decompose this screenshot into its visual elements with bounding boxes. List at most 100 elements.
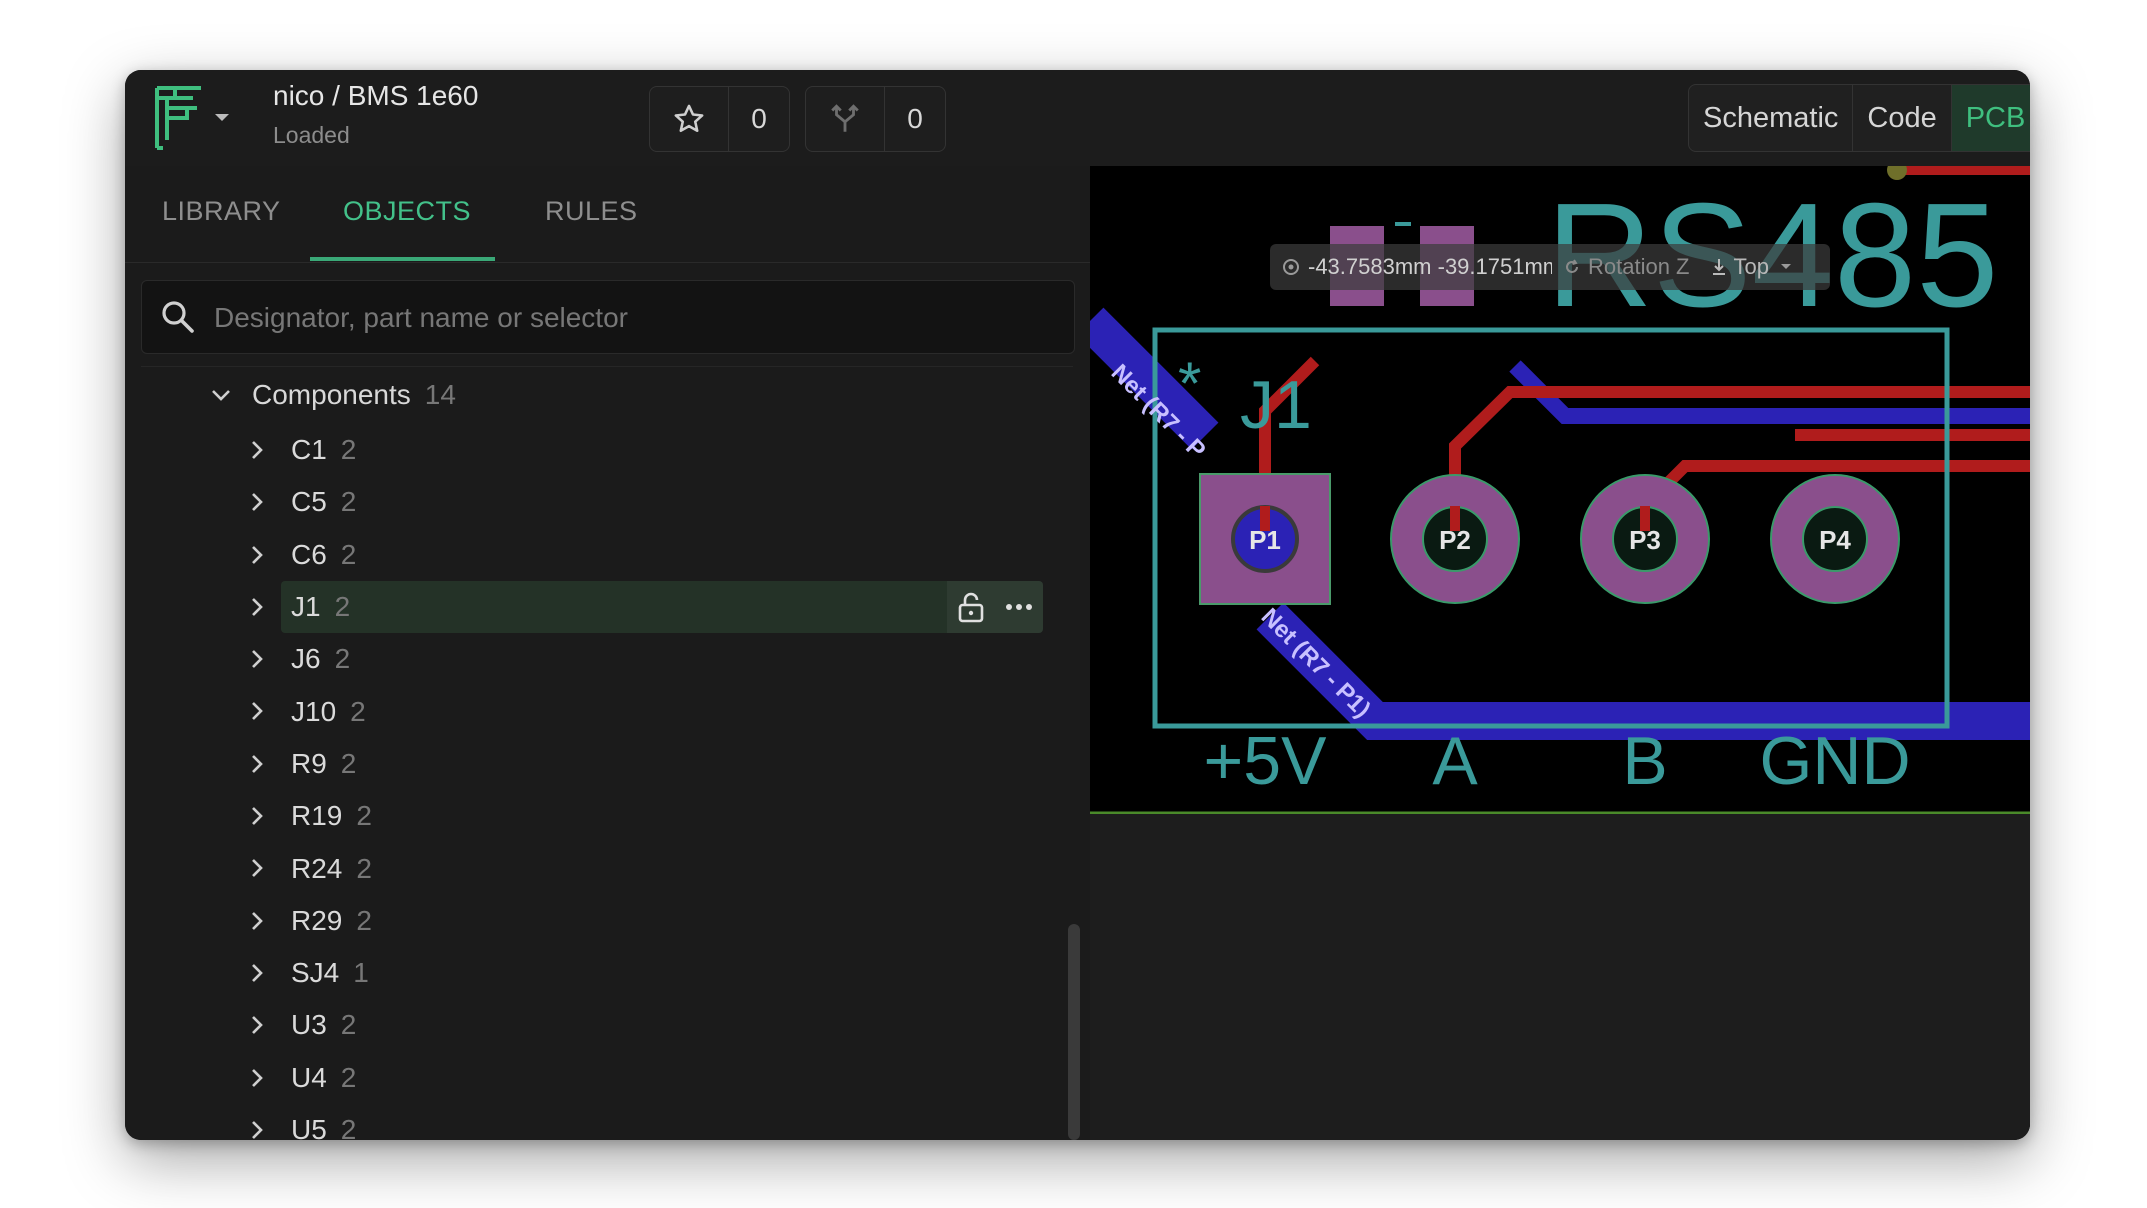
list-item[interactable]: SJ4 1: [125, 947, 1090, 999]
designator: R29: [291, 904, 343, 936]
chevron-right-icon[interactable]: [247, 910, 267, 932]
star-count: 0: [751, 103, 767, 134]
pin1-marker: *: [1178, 350, 1201, 417]
item-count: 2: [340, 1009, 357, 1041]
pad-label: P1: [1249, 525, 1281, 555]
designator: J10: [291, 695, 337, 727]
tab-rules[interactable]: RULES: [545, 196, 638, 227]
rotation-label: Rotation Z: [1588, 254, 1690, 279]
pcb-canvas[interactable]: RS485 * J1 Net (R7 - P Net (R7 - P1) P1 …: [1090, 166, 2030, 1140]
list-item[interactable]: R9 2: [125, 738, 1090, 790]
list-item[interactable]: R19 2: [125, 790, 1090, 842]
chevron-right-icon[interactable]: [247, 648, 267, 670]
component-label: C5 2: [291, 486, 356, 518]
coords-value: -43.7583mm -39.1751mm: [1308, 254, 1552, 279]
view-pcb-button[interactable]: PCB: [1951, 85, 2030, 151]
list-item-selected[interactable]: J1 2: [125, 580, 1090, 633]
list-item[interactable]: R29 2: [125, 895, 1090, 947]
component-label: R24 2: [291, 853, 372, 885]
list-item[interactable]: J6 2: [125, 633, 1090, 685]
designator: U5: [291, 1114, 327, 1140]
search-icon: [162, 301, 194, 333]
search-input[interactable]: [212, 281, 1056, 355]
pin-label: +5V: [1204, 723, 1328, 799]
chevron-right-icon[interactable]: [247, 1067, 267, 1089]
app-window: nico / BMS 1e60 Loaded 0 0 Schematic Cod…: [125, 70, 2030, 1140]
component-designator: J1: [1240, 367, 1312, 443]
tab-library[interactable]: LIBRARY: [162, 196, 281, 227]
component-label: U3 2: [291, 1009, 356, 1041]
fork-button-group[interactable]: 0: [805, 86, 946, 152]
project-title[interactable]: nico / BMS 1e60: [273, 80, 478, 112]
canvas-empty-area[interactable]: [1090, 814, 2030, 1140]
item-count: 2: [340, 434, 357, 466]
item-count: 2: [334, 591, 351, 623]
chevron-right-icon[interactable]: [247, 544, 267, 566]
scrollbar[interactable]: [1068, 924, 1080, 1140]
fork-button[interactable]: [806, 87, 885, 151]
more-options-icon[interactable]: [1005, 602, 1033, 612]
star-button-group[interactable]: 0: [649, 86, 790, 152]
designator: R9: [291, 747, 327, 779]
item-count: 2: [356, 852, 372, 884]
position-readout[interactable]: -43.7583mm -39.1751mm: [1270, 254, 1552, 280]
component-label: C6 2: [291, 539, 356, 571]
pad-label: P4: [1819, 525, 1851, 555]
chevron-right-icon[interactable]: [247, 1014, 267, 1036]
components-group-count: 14: [424, 379, 456, 410]
item-count: 2: [340, 538, 357, 570]
chevron-right-icon[interactable]: [247, 596, 267, 618]
component-label: R29 2: [291, 905, 372, 937]
designator: J6: [291, 643, 321, 675]
list-item[interactable]: U4 2: [125, 1052, 1090, 1104]
tab-objects[interactable]: OBJECTS: [343, 196, 471, 227]
transform-toolbar: -43.7583mm -39.1751mm Rotation Z Top: [1270, 244, 1830, 290]
layer-select[interactable]: Top: [1700, 254, 1803, 280]
designator: C1: [291, 434, 327, 466]
unlock-icon[interactable]: [957, 591, 985, 623]
view-switcher: Schematic Code PCB: [1688, 84, 2030, 152]
star-button[interactable]: [650, 87, 729, 151]
item-count: 2: [356, 904, 372, 936]
list-item[interactable]: R24 2: [125, 842, 1090, 894]
list-item[interactable]: U3 2: [125, 999, 1090, 1051]
view-code-button[interactable]: Code: [1853, 85, 1952, 151]
component-label: J10 2: [291, 696, 366, 728]
item-count: 2: [340, 1114, 357, 1140]
view-schematic-button[interactable]: Schematic: [1689, 85, 1854, 151]
component-label: SJ4 1: [291, 957, 369, 989]
rotation-control[interactable]: Rotation Z: [1552, 254, 1700, 280]
objects-panel: LIBRARY OBJECTS RULES Components 14 C1 2: [125, 166, 1090, 1140]
component-label: U4 2: [291, 1062, 356, 1094]
designator: SJ4: [291, 957, 340, 989]
chevron-right-icon[interactable]: [247, 805, 267, 827]
list-item[interactable]: C5 2: [125, 476, 1090, 528]
app-logo-icon[interactable]: [153, 84, 209, 152]
components-group-header[interactable]: Components 14: [210, 366, 456, 424]
designator: J1: [291, 591, 321, 623]
chevron-right-icon[interactable]: [247, 753, 267, 775]
chevron-right-icon[interactable]: [247, 439, 267, 461]
sidebar-tabs: LIBRARY OBJECTS RULES: [125, 166, 1090, 263]
search-box: [141, 280, 1075, 355]
list-item[interactable]: J10 2: [125, 685, 1090, 737]
pad-label: P2: [1439, 525, 1471, 555]
chevron-down-icon[interactable]: [210, 385, 232, 405]
chevron-right-icon[interactable]: [247, 491, 267, 513]
chevron-right-icon[interactable]: [247, 857, 267, 879]
list-item[interactable]: U5 2: [125, 1104, 1090, 1140]
list-item[interactable]: C6 2: [125, 529, 1090, 581]
chevron-right-icon[interactable]: [247, 962, 267, 984]
chevron-down-icon[interactable]: [213, 110, 231, 126]
chevron-right-icon[interactable]: [247, 700, 267, 722]
fork-icon: [831, 104, 859, 132]
star-icon: [674, 104, 704, 133]
designator: R24: [291, 852, 343, 884]
item-count: 2: [340, 747, 357, 779]
item-count: 2: [340, 1061, 357, 1093]
layer-icon: [1712, 259, 1725, 275]
chevron-right-icon[interactable]: [247, 1119, 267, 1140]
list-item[interactable]: C1 2: [125, 424, 1090, 476]
component-list: C1 2 C5 2 C6 2 J1 2 J6 2 J10 2 R9 2 R19 …: [125, 424, 1090, 1140]
pad-label: P3: [1629, 525, 1661, 555]
